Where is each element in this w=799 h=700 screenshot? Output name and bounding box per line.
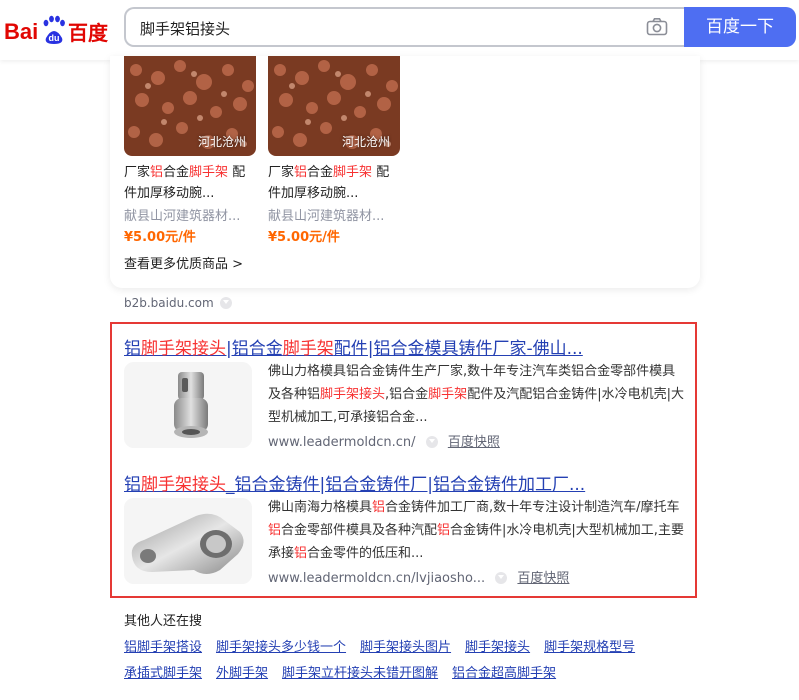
source-domain[interactable]: b2b.baidu.com [124,296,232,310]
svg-text:Bai: Bai [4,19,38,44]
related-searches-title: 其他人还在搜 [124,614,203,629]
svg-text:百度: 百度 [68,21,108,45]
related-searches-row: 铝脚手架搭设 脚手架接头多少钱一个 脚手架接头图片 脚手架接头 脚手架规格型号 [124,636,649,655]
related-search-link[interactable]: 铝脚手架搭设 [124,640,202,655]
highlight-term: 铝 [268,523,282,538]
result-url[interactable]: www.leadermoldcn.cn/lvjiaosho... [268,571,485,586]
highlight-term: 铝 [294,546,308,561]
text-segment: 配件|铝合金模具铸件厂家-佛山... [333,339,583,359]
result-thumbnail[interactable] [124,498,252,584]
highlight-term: 脚手架 [282,339,334,359]
search-query-text[interactable]: 脚手架铝接头 [140,18,230,39]
product-price: ¥5.00元/件 [124,230,196,245]
text-segment: ,铝合金 [385,387,429,402]
text-segment: 合金零件的低压和... [307,546,424,561]
snapshot-link[interactable]: 百度快照 [517,571,569,586]
related-search-link[interactable]: 脚手架接头 [465,640,530,655]
product-image[interactable]: 河北沧州 [268,56,400,156]
product-image[interactable]: 河北沧州 [124,56,256,156]
baidu-logo[interactable]: Bai du 百度 [4,12,108,48]
results-highlight-box: 铝脚手架接头|铝合金脚手架配件|铝合金模具铸件厂家-佛山... 佛山力格模具铝合… [110,322,697,598]
top-header: Bai du 百度 脚手架铝接头 百度一下 [0,0,799,60]
result-thumbnail[interactable] [124,362,252,448]
svg-text:du: du [49,33,60,43]
highlight-term: 铝 [372,500,386,515]
related-search-link[interactable]: 承插式脚手架 [124,666,202,681]
result-url-line: www.leadermoldcn.cn/lvjiaosho... 百度快照 [268,567,569,586]
related-searches-row: 承插式脚手架 外脚手架 脚手架立杆接头未错开图解 铝合金超高脚手架 [124,662,570,681]
product-price: ¥5.00元/件 [268,230,340,245]
highlight-term: 脚手架 [428,387,468,402]
snapshot-link[interactable]: 百度快照 [448,435,500,450]
result-title-link[interactable]: 铝脚手架接头|铝合金脚手架配件|铝合金模具铸件厂家-佛山... [124,334,583,359]
text-segment: 佛山南海力格模具 [268,500,373,515]
text-segment: 铝 [124,339,141,359]
result-url[interactable]: www.leadermoldcn.cn/ [268,435,416,450]
camera-icon[interactable] [646,17,668,37]
result-title-link[interactable]: 铝脚手架接头_铝合金铸件|铝合金铸件厂|铝合金铸件加工厂... [124,470,585,495]
product-title[interactable]: 厂家铝合金脚手架 配件加厚移动腕... [124,162,256,204]
search-input[interactable]: 脚手架铝接头 [124,7,686,47]
result-description: 佛山力格模具铝合金铸件生产厂家,数十年专注汽车类铝合金零部件模具及各种铝脚手架接… [268,360,688,429]
related-search-link[interactable]: 脚手架规格型号 [544,640,635,655]
chevron-down-icon[interactable] [495,572,508,584]
related-search-link[interactable]: 铝合金超高脚手架 [452,666,556,681]
text-segment: 铝 [124,475,141,495]
related-search-link[interactable]: 脚手架接头图片 [360,640,451,655]
result-description: 佛山南海力格模具铝合金铸件加工厂商,数十年专注设计制造汽车/摩托车铝合金零部件模… [268,496,688,565]
chevron-down-icon[interactable] [219,297,232,309]
aluminum-casting-photo [124,498,252,584]
text-segment: |铝合金 [226,339,283,359]
product-location: 河北沧州 [341,135,390,149]
product-title[interactable]: 厂家铝合金脚手架 配件加厚移动腕... [268,162,400,204]
product-card: 河北沧州 厂家铝合金脚手架 配件加厚移动腕... 献县山河建筑器材... ¥5.… [110,56,700,288]
chevron-down-icon[interactable] [425,436,438,448]
text-segment: 合金零部件模具及各种汽配 [281,523,438,538]
highlight-term: 铝 [437,523,451,538]
highlight-term: 脚手架接头 [320,387,386,402]
result-url-line: www.leadermoldcn.cn/ 百度快照 [268,431,500,450]
related-search-link[interactable]: 外脚手架 [216,666,268,681]
text-segment: 合金铸件加工厂商,数十年专注设计制造汽车/摩托车 [385,500,680,515]
related-search-link[interactable]: 脚手架接头多少钱一个 [216,640,346,655]
product-seller: 献县山河建筑器材... [268,209,385,224]
text-segment: _铝合金铸件|铝合金铸件厂|铝合金铸件加工厂... [226,475,586,495]
related-search-link[interactable]: 脚手架立杆接头未错开图解 [282,666,438,681]
highlight-term: 脚手架接头 [141,475,226,495]
search-button[interactable]: 百度一下 [684,7,796,47]
product-seller: 献县山河建筑器材... [124,209,241,224]
highlight-term: 脚手架接头 [141,339,226,359]
aluminum-joint-photo [124,362,252,448]
more-products-link[interactable]: 查看更多优质商品 > [124,253,243,272]
product-location: 河北沧州 [197,135,246,149]
source-domain-text[interactable]: b2b.baidu.com [124,296,214,310]
